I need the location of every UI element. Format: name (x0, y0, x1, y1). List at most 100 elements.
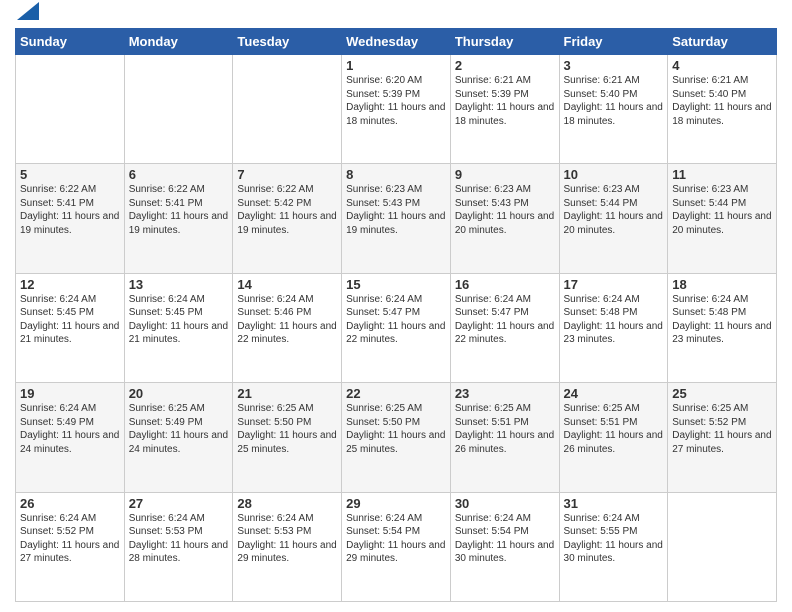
day-info: Sunrise: 6:24 AMSunset: 5:47 PMDaylight:… (455, 293, 555, 347)
week-row-3: 12Sunrise: 6:24 AMSunset: 5:45 PMDayligh… (16, 273, 777, 382)
day-number: 30 (455, 496, 555, 511)
calendar-cell: 22Sunrise: 6:25 AMSunset: 5:50 PMDayligh… (342, 383, 451, 492)
calendar-cell: 24Sunrise: 6:25 AMSunset: 5:51 PMDayligh… (559, 383, 668, 492)
day-info: Sunrise: 6:23 AMSunset: 5:43 PMDaylight:… (346, 183, 446, 237)
calendar-cell: 2Sunrise: 6:21 AMSunset: 5:39 PMDaylight… (450, 55, 559, 164)
day-info: Sunrise: 6:24 AMSunset: 5:46 PMDaylight:… (237, 293, 337, 347)
week-row-5: 26Sunrise: 6:24 AMSunset: 5:52 PMDayligh… (16, 492, 777, 601)
day-number: 20 (129, 386, 229, 401)
day-number: 8 (346, 167, 446, 182)
day-number: 3 (564, 58, 664, 73)
calendar-cell: 7Sunrise: 6:22 AMSunset: 5:42 PMDaylight… (233, 164, 342, 273)
day-info: Sunrise: 6:23 AMSunset: 5:44 PMDaylight:… (564, 183, 664, 237)
calendar-cell: 15Sunrise: 6:24 AMSunset: 5:47 PMDayligh… (342, 273, 451, 382)
day-number: 11 (672, 167, 772, 182)
day-info: Sunrise: 6:23 AMSunset: 5:43 PMDaylight:… (455, 183, 555, 237)
day-number: 21 (237, 386, 337, 401)
day-number: 25 (672, 386, 772, 401)
calendar-cell: 30Sunrise: 6:24 AMSunset: 5:54 PMDayligh… (450, 492, 559, 601)
day-info: Sunrise: 6:23 AMSunset: 5:44 PMDaylight:… (672, 183, 772, 237)
day-number: 13 (129, 277, 229, 292)
calendar-cell: 18Sunrise: 6:24 AMSunset: 5:48 PMDayligh… (668, 273, 777, 382)
day-number: 24 (564, 386, 664, 401)
calendar-cell: 3Sunrise: 6:21 AMSunset: 5:40 PMDaylight… (559, 55, 668, 164)
day-number: 5 (20, 167, 120, 182)
week-row-1: 1Sunrise: 6:20 AMSunset: 5:39 PMDaylight… (16, 55, 777, 164)
calendar: SundayMondayTuesdayWednesdayThursdayFrid… (15, 28, 777, 602)
calendar-cell: 28Sunrise: 6:24 AMSunset: 5:53 PMDayligh… (233, 492, 342, 601)
day-info: Sunrise: 6:24 AMSunset: 5:54 PMDaylight:… (455, 512, 555, 566)
logo-text (15, 10, 39, 20)
day-number: 16 (455, 277, 555, 292)
calendar-cell (16, 55, 125, 164)
calendar-cell: 8Sunrise: 6:23 AMSunset: 5:43 PMDaylight… (342, 164, 451, 273)
day-info: Sunrise: 6:24 AMSunset: 5:47 PMDaylight:… (346, 293, 446, 347)
calendar-cell: 14Sunrise: 6:24 AMSunset: 5:46 PMDayligh… (233, 273, 342, 382)
calendar-cell: 6Sunrise: 6:22 AMSunset: 5:41 PMDaylight… (124, 164, 233, 273)
calendar-cell: 25Sunrise: 6:25 AMSunset: 5:52 PMDayligh… (668, 383, 777, 492)
day-info: Sunrise: 6:22 AMSunset: 5:41 PMDaylight:… (129, 183, 229, 237)
calendar-cell: 16Sunrise: 6:24 AMSunset: 5:47 PMDayligh… (450, 273, 559, 382)
calendar-cell: 27Sunrise: 6:24 AMSunset: 5:53 PMDayligh… (124, 492, 233, 601)
calendar-cell: 13Sunrise: 6:24 AMSunset: 5:45 PMDayligh… (124, 273, 233, 382)
day-number: 26 (20, 496, 120, 511)
calendar-cell (668, 492, 777, 601)
weekday-header-row: SundayMondayTuesdayWednesdayThursdayFrid… (16, 29, 777, 55)
day-info: Sunrise: 6:20 AMSunset: 5:39 PMDaylight:… (346, 74, 446, 128)
day-info: Sunrise: 6:24 AMSunset: 5:45 PMDaylight:… (20, 293, 120, 347)
day-info: Sunrise: 6:24 AMSunset: 5:45 PMDaylight:… (129, 293, 229, 347)
week-row-2: 5 Sunrise: 6:22 AMSunset: 5:41 PMDaylight… (16, 164, 777, 273)
day-info: Sunrise: 6:21 AMSunset: 5:40 PMDaylight:… (672, 74, 772, 128)
day-number: 19 (20, 386, 120, 401)
day-number: 15 (346, 277, 446, 292)
calendar-cell: 31Sunrise: 6:24 AMSunset: 5:55 PMDayligh… (559, 492, 668, 601)
day-info: Sunrise: 6:21 AMSunset: 5:39 PMDaylight:… (455, 74, 555, 128)
day-number: 4 (672, 58, 772, 73)
calendar-cell: 21Sunrise: 6:25 AMSunset: 5:50 PMDayligh… (233, 383, 342, 492)
day-number: 28 (237, 496, 337, 511)
day-info: Sunrise: 6:24 AMSunset: 5:48 PMDaylight:… (564, 293, 664, 347)
day-info: Sunrise: 6:21 AMSunset: 5:40 PMDaylight:… (564, 74, 664, 128)
day-number: 31 (564, 496, 664, 511)
day-info: Sunrise: 6:25 AMSunset: 5:51 PMDaylight:… (455, 402, 555, 456)
day-info: Sunrise: 6:25 AMSunset: 5:50 PMDaylight:… (346, 402, 446, 456)
header (15, 10, 777, 20)
calendar-cell: 17Sunrise: 6:24 AMSunset: 5:48 PMDayligh… (559, 273, 668, 382)
day-number: 18 (672, 277, 772, 292)
calendar-cell: 29Sunrise: 6:24 AMSunset: 5:54 PMDayligh… (342, 492, 451, 601)
weekday-header-wednesday: Wednesday (342, 29, 451, 55)
calendar-cell: 4Sunrise: 6:21 AMSunset: 5:40 PMDaylight… (668, 55, 777, 164)
day-info: Sunrise: 6:25 AMSunset: 5:52 PMDaylight:… (672, 402, 772, 456)
weekday-header-monday: Monday (124, 29, 233, 55)
day-number: 10 (564, 167, 664, 182)
day-info: Sunrise: 6:24 AMSunset: 5:54 PMDaylight:… (346, 512, 446, 566)
day-number: 27 (129, 496, 229, 511)
day-info: Sunrise: 6:24 AMSunset: 5:49 PMDaylight:… (20, 402, 120, 456)
day-info: Sunrise: 6:24 AMSunset: 5:53 PMDaylight:… (129, 512, 229, 566)
day-info: Sunrise: 6:24 AMSunset: 5:52 PMDaylight:… (20, 512, 120, 566)
calendar-cell: 26Sunrise: 6:24 AMSunset: 5:52 PMDayligh… (16, 492, 125, 601)
day-number: 1 (346, 58, 446, 73)
day-number: 2 (455, 58, 555, 73)
calendar-cell: 5Sunrise: 6:22 AMSunset: 5:41 PMDaylight… (16, 164, 125, 273)
calendar-cell: 10Sunrise: 6:23 AMSunset: 5:44 PMDayligh… (559, 164, 668, 273)
weekday-header-friday: Friday (559, 29, 668, 55)
calendar-cell: 9Sunrise: 6:23 AMSunset: 5:43 PMDaylight… (450, 164, 559, 273)
day-number: 7 (237, 167, 337, 182)
calendar-cell: 19Sunrise: 6:24 AMSunset: 5:49 PMDayligh… (16, 383, 125, 492)
weekday-header-saturday: Saturday (668, 29, 777, 55)
day-info: Sunrise: 6:25 AMSunset: 5:50 PMDaylight:… (237, 402, 337, 456)
day-number: 14 (237, 277, 337, 292)
calendar-cell: 23Sunrise: 6:25 AMSunset: 5:51 PMDayligh… (450, 383, 559, 492)
day-info: Sunrise: 6:25 AMSunset: 5:51 PMDaylight:… (564, 402, 664, 456)
logo (15, 10, 39, 20)
day-info: Sunrise: 6:24 AMSunset: 5:53 PMDaylight:… (237, 512, 337, 566)
day-number: 17 (564, 277, 664, 292)
calendar-cell: 1Sunrise: 6:20 AMSunset: 5:39 PMDaylight… (342, 55, 451, 164)
weekday-header-sunday: Sunday (16, 29, 125, 55)
calendar-cell: 11Sunrise: 6:23 AMSunset: 5:44 PMDayligh… (668, 164, 777, 273)
logo-icon (17, 2, 39, 20)
day-number: 6 (129, 167, 229, 182)
calendar-cell: 12Sunrise: 6:24 AMSunset: 5:45 PMDayligh… (16, 273, 125, 382)
calendar-cell (233, 55, 342, 164)
